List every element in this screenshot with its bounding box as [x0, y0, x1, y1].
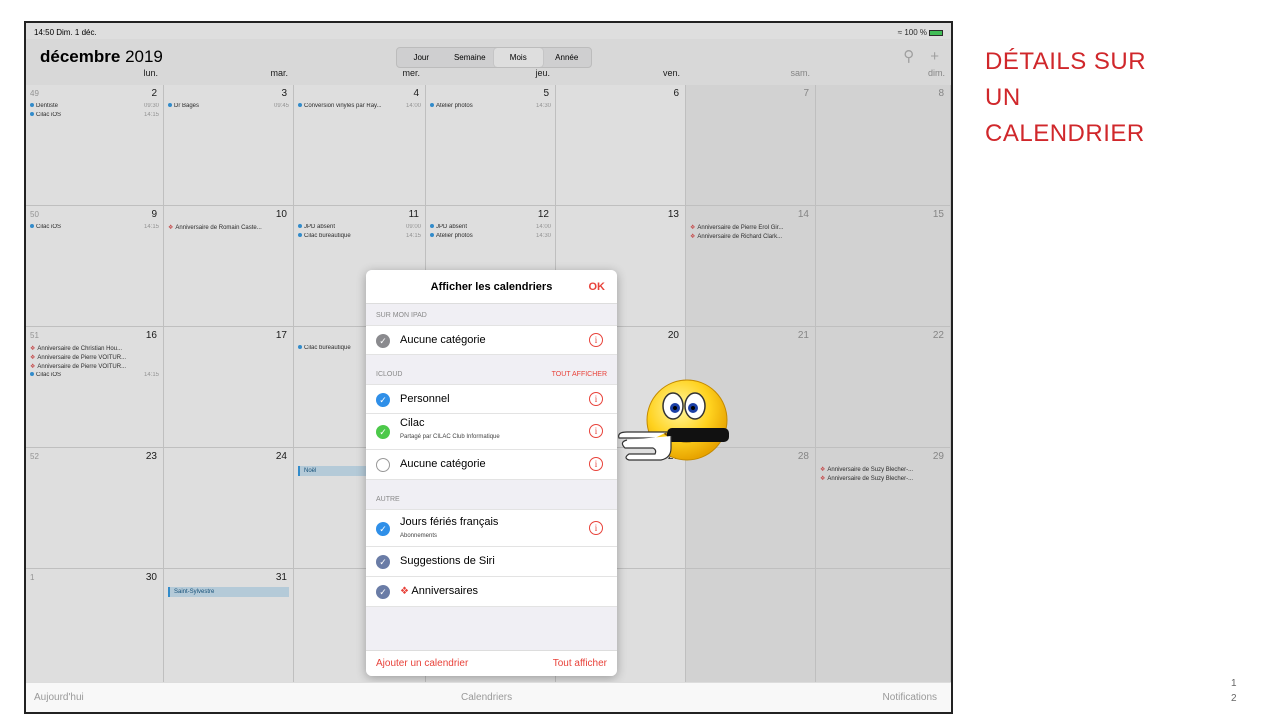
- slide-title-line2: UN: [985, 84, 1021, 111]
- calendar-shared-by: Partagé par CILAC Club Informatique: [400, 434, 500, 440]
- checkmark-icon: ✓: [376, 555, 390, 569]
- page-number: 1 2: [1231, 676, 1237, 706]
- slide-title: DÉTAILS SUR UN CALENDRIER: [985, 44, 1146, 152]
- calendar-name: ❖ Anniversaires: [400, 585, 478, 597]
- calendars-popover: Afficher les calendriers OK SUR MON IPAD…: [366, 270, 617, 676]
- slide-title-line3: CALENDRIER: [985, 120, 1145, 147]
- popover-header: Afficher les calendriers OK: [366, 270, 617, 304]
- info-icon[interactable]: i: [589, 457, 603, 471]
- calendar-row-jours-feries[interactable]: ✓ Jours fériés français Abonnements i: [366, 509, 617, 547]
- calendar-name: Personnel: [400, 393, 450, 405]
- icloud-show-all-button[interactable]: TOUT AFFICHER: [552, 371, 607, 378]
- checkmark-icon: ✓: [376, 585, 390, 599]
- calendar-row-personnel[interactable]: ✓ Personnel i: [366, 384, 617, 414]
- calendar-row-anniversaires[interactable]: ✓ ❖ Anniversaires: [366, 577, 617, 607]
- section-icloud-label: ICLOUD: [376, 371, 403, 378]
- notifications-button[interactable]: Notifications: [883, 692, 937, 703]
- slide: 14:50 Dim. 1 déc. ≈ 100 % décembre 2019 …: [0, 0, 1284, 720]
- info-icon[interactable]: i: [589, 424, 603, 438]
- unchecked-circle-icon: [376, 458, 390, 472]
- anniversaires-label: Anniversaires: [411, 585, 479, 597]
- popover-footer: Ajouter un calendrier Tout afficher: [366, 650, 617, 676]
- info-icon[interactable]: i: [589, 521, 603, 535]
- calendar-name: Cilac: [400, 417, 425, 429]
- checkmark-icon: ✓: [376, 522, 390, 536]
- checkmark-icon: ✓: [376, 393, 390, 407]
- page-number-digit-1: 1: [1231, 678, 1237, 689]
- calendar-name: Jours fériés français: [400, 516, 499, 528]
- checkmark-icon: ✓: [376, 334, 390, 348]
- calendar-row-siri[interactable]: ✓ Suggestions de Siri: [366, 547, 617, 577]
- page-number-digit-2: 2: [1231, 693, 1237, 704]
- calendar-name: Suggestions de Siri: [400, 555, 495, 567]
- ok-button[interactable]: OK: [589, 281, 606, 293]
- gift-icon: ❖: [400, 586, 409, 597]
- section-ipad-label: SUR MON IPAD: [376, 312, 427, 319]
- calendars-button[interactable]: Calendriers: [461, 692, 512, 703]
- calendar-row-ipad-aucune[interactable]: ✓ Aucune catégorie i: [366, 325, 617, 355]
- info-icon[interactable]: i: [589, 392, 603, 406]
- info-icon[interactable]: i: [589, 333, 603, 347]
- checkmark-icon: ✓: [376, 425, 390, 439]
- today-button[interactable]: Aujourd'hui: [34, 692, 84, 703]
- pointing-smiley-icon: [618, 379, 729, 461]
- show-all-button[interactable]: Tout afficher: [553, 658, 607, 669]
- calendar-row-cilac[interactable]: ✓ Cilac Partagé par CILAC Club Informati…: [366, 414, 617, 450]
- slide-title-line1: DÉTAILS SUR: [985, 48, 1147, 75]
- section-autre-label: AUTRE: [376, 496, 400, 503]
- bottom-toolbar: Aujourd'hui Calendriers Notifications: [26, 682, 951, 712]
- add-calendar-button[interactable]: Ajouter un calendrier: [376, 658, 468, 669]
- ipad-screenshot: 14:50 Dim. 1 déc. ≈ 100 % décembre 2019 …: [24, 21, 953, 714]
- calendar-name: Aucune catégorie: [400, 334, 486, 346]
- calendar-subtitle: Abonnements: [400, 533, 438, 539]
- calendar-name: Aucune catégorie: [400, 458, 486, 470]
- calendar-row-icloud-aucune[interactable]: Aucune catégorie i: [366, 450, 617, 480]
- popover-title: Afficher les calendriers: [430, 281, 553, 293]
